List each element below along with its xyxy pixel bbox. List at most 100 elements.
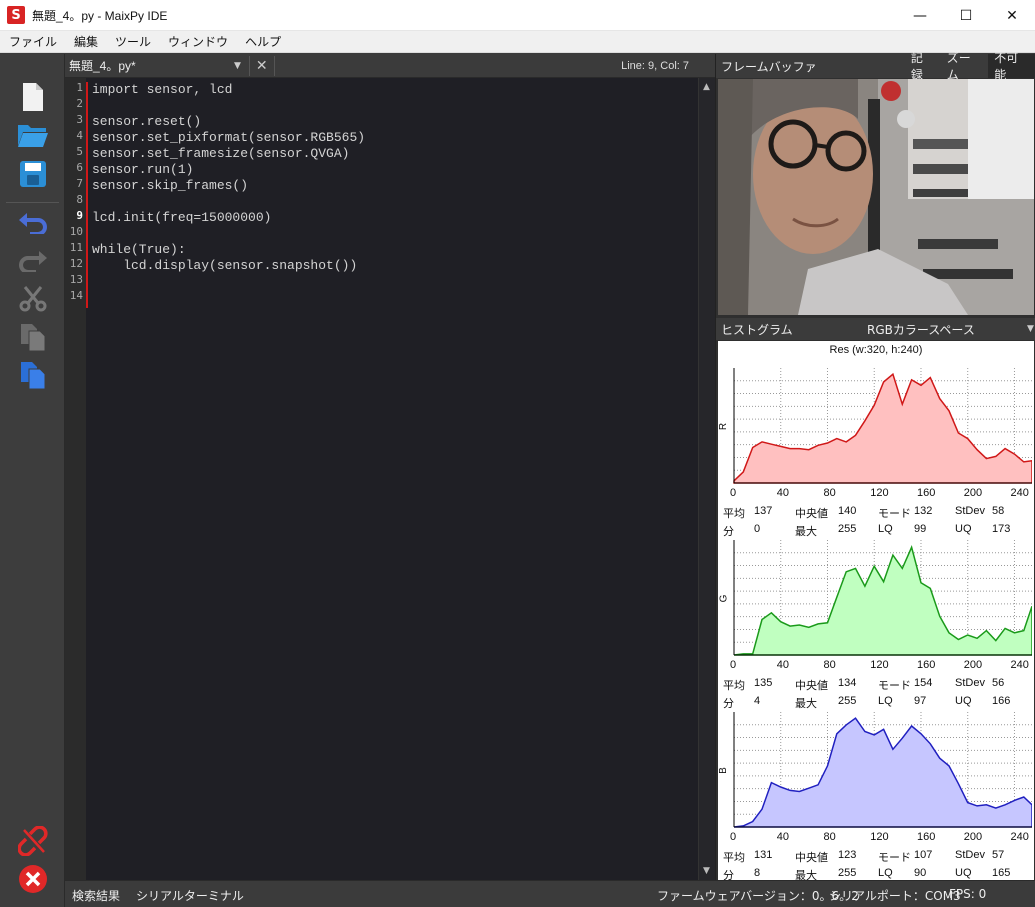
code-line[interactable]: sensor.set_pixformat(sensor.RGB565) — [92, 130, 365, 145]
editor-tab-bar: 無題_4。py* ▼ ✕ Line: 9, Col: 7 — [65, 54, 715, 78]
cursor-position: Line: 9, Col: 7 — [621, 59, 689, 72]
menu-help[interactable]: ヘルプ — [236, 33, 289, 50]
code-line[interactable]: sensor.set_framesize(sensor.QVGA) — [92, 146, 349, 161]
stat-label: 中央値 — [795, 680, 828, 692]
channel-label: R — [718, 422, 730, 431]
close-button[interactable]: ✕ — [989, 0, 1035, 31]
stat-min: 8 — [754, 867, 761, 879]
search-results-tab[interactable]: 検索結果 — [72, 887, 120, 904]
save-icon[interactable] — [16, 157, 50, 191]
stat-uq: 165 — [992, 867, 1011, 879]
channel-label: G — [718, 594, 730, 603]
app-logo-icon: S — [7, 6, 25, 24]
line-number: 3 — [76, 113, 83, 126]
title-bar: S 無題_4。py - MaixPy IDE — ☐ ✕ — [0, 0, 1035, 31]
menu-file[interactable]: ファイル — [0, 33, 65, 50]
stat-max: 255 — [838, 523, 857, 535]
code-editor[interactable]: 1 2 3 4 5 6 7 8 9 10 11 12 13 14 import … — [65, 78, 715, 880]
x-tick-label: 80 — [823, 659, 836, 671]
code-line[interactable]: sensor.skip_frames() — [92, 178, 248, 193]
fps-readout: FPS: 0 — [949, 887, 987, 901]
camera-frame-image — [718, 79, 1034, 315]
line-number: 11 — [69, 241, 83, 254]
stat-label: LQ — [878, 523, 893, 535]
new-file-icon[interactable] — [16, 80, 50, 114]
stat-label: モード — [878, 508, 911, 520]
stat-mode: 154 — [914, 677, 933, 689]
histogram-area-g — [733, 545, 1032, 656]
minimize-button[interactable]: — — [897, 0, 943, 31]
line-number: 13 — [69, 273, 83, 286]
stat-label: 平均 — [723, 680, 745, 692]
code-line[interactable]: sensor.reset() — [92, 114, 201, 129]
stat-min: 4 — [754, 695, 761, 707]
redo-icon[interactable] — [16, 244, 50, 278]
menu-window[interactable]: ウィンドウ — [159, 33, 236, 50]
line-number-gutter: 1 2 3 4 5 6 7 8 9 10 11 12 13 14 — [65, 78, 86, 880]
menu-tools[interactable]: ツール — [106, 33, 159, 50]
line-number: 1 — [76, 81, 83, 94]
stat-label: モード — [878, 680, 911, 692]
code-line[interactable]: while(True): — [92, 242, 186, 257]
editor-tab[interactable]: 無題_4。py* — [69, 57, 234, 74]
right-panel: フレームバッファ 記録 ズーム 不可能 ヒストグラム RGBカラースペース ▼ … — [715, 51, 1035, 882]
close-tab-icon[interactable]: ✕ — [248, 55, 275, 76]
histogram-chart-g — [733, 540, 1032, 656]
stat-label: StDev — [955, 677, 985, 689]
camera-frame — [718, 79, 1034, 315]
x-tick-label: 200 — [963, 831, 983, 843]
x-tick-label: 200 — [963, 659, 983, 671]
open-folder-icon[interactable] — [16, 118, 50, 152]
x-tick-label: 120 — [870, 487, 889, 499]
serial-terminal-tab[interactable]: シリアルターミナル — [136, 887, 244, 904]
stat-uq: 166 — [992, 695, 1011, 707]
stat-uq: 173 — [992, 523, 1011, 535]
stat-lq: 99 — [914, 523, 927, 535]
stop-icon[interactable] — [16, 862, 50, 896]
code-line[interactable]: sensor.run(1) — [92, 162, 193, 177]
stat-lq: 90 — [914, 867, 927, 879]
menu-edit[interactable]: 編集 — [65, 33, 106, 50]
x-tick-label: 120 — [870, 831, 889, 843]
x-tick-label: 80 — [823, 831, 836, 843]
window-title: 無題_4。py - MaixPy IDE — [32, 8, 168, 23]
x-tick-label: 0 — [730, 487, 737, 499]
scroll-up-icon[interactable]: ▲ — [703, 82, 710, 92]
code-line[interactable]: lcd.init(freq=15000000) — [92, 210, 271, 225]
zoom-button[interactable]: ズーム — [941, 51, 988, 82]
scroll-down-icon[interactable]: ▼ — [703, 866, 710, 876]
record-button[interactable]: 記録 — [905, 51, 941, 82]
code-line[interactable]: lcd.display(sensor.snapshot()) — [92, 258, 357, 273]
framebuffer-header: フレームバッファ 記録 ズーム 不可能 — [716, 51, 1035, 82]
copy-icon[interactable] — [16, 320, 50, 354]
editor-scrollbar[interactable]: ▲ ▼ — [698, 78, 715, 880]
channel-label: B — [717, 767, 729, 774]
color-space-select[interactable]: RGBカラースペース — [867, 321, 1027, 338]
disconnect-icon[interactable] — [16, 824, 50, 858]
line-number: 5 — [76, 145, 83, 158]
code-line[interactable]: import sensor, lcd — [92, 82, 232, 97]
stat-label: 最大 — [795, 698, 817, 710]
stat-median: 134 — [838, 677, 857, 689]
stat-mean: 131 — [754, 849, 773, 861]
stat-max: 255 — [838, 695, 857, 707]
x-tick-label: 0 — [730, 831, 737, 843]
stat-stdev: 56 — [992, 677, 1005, 689]
cut-icon[interactable] — [16, 282, 50, 316]
paste-icon[interactable] — [16, 358, 50, 392]
histogram-label: ヒストグラム — [721, 322, 793, 337]
stat-label: UQ — [955, 695, 972, 707]
x-tick-label: 160 — [916, 659, 936, 671]
left-toolbar — [0, 54, 65, 907]
undo-icon[interactable] — [16, 206, 50, 240]
x-tick-label: 160 — [916, 487, 936, 499]
maximize-button[interactable]: ☐ — [943, 0, 989, 31]
chevron-down-icon[interactable]: ▼ — [234, 61, 241, 71]
stat-stdev: 57 — [992, 849, 1005, 861]
line-number: 2 — [76, 97, 83, 110]
chevron-down-icon[interactable]: ▼ — [1027, 324, 1034, 334]
stat-label: 中央値 — [795, 852, 828, 864]
disable-button[interactable]: 不可能 — [988, 51, 1035, 82]
framebuffer-label: フレームバッファ — [721, 59, 817, 74]
x-tick-label: 160 — [916, 831, 936, 843]
